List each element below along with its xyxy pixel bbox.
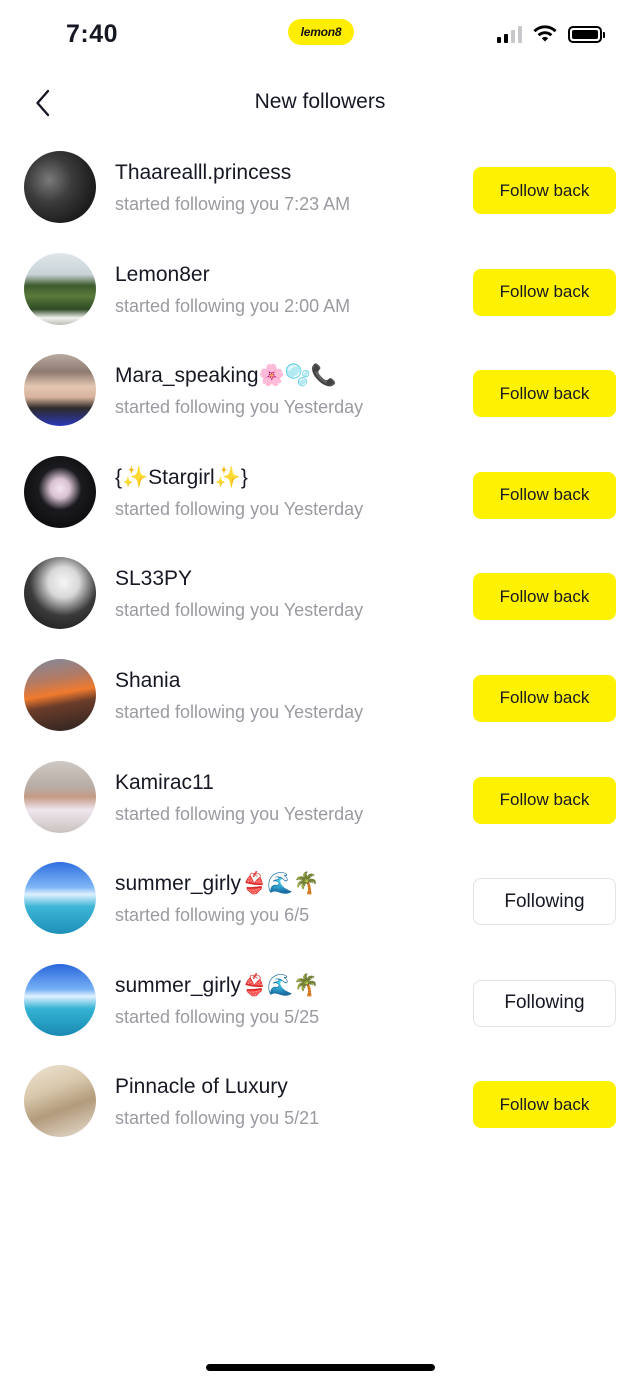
- avatar[interactable]: [24, 1065, 96, 1138]
- follower-activity: started following you Yesterday: [115, 498, 364, 519]
- follower-name[interactable]: Kamirac11: [115, 771, 214, 795]
- follower-row[interactable]: Pinnacle of Luxury started following you…: [0, 1053, 640, 1155]
- follower-activity: started following you 7:23 AM: [115, 194, 351, 214]
- follower-row[interactable]: summer_girly👙🌊🌴 started following you 6/…: [0, 850, 640, 952]
- follower-row[interactable]: Kamirac11 started following you Yesterda…: [0, 749, 640, 851]
- following-button[interactable]: Following: [473, 979, 616, 1027]
- wifi-icon: [533, 25, 557, 42]
- status-icons: [497, 24, 605, 44]
- follower-row[interactable]: Shania started following you Yesterday F…: [0, 647, 640, 749]
- avatar[interactable]: [24, 252, 96, 325]
- follow-back-button[interactable]: Follow back: [473, 674, 616, 722]
- follow-back-button[interactable]: Follow back: [473, 573, 616, 621]
- avatar[interactable]: [24, 760, 96, 833]
- follower-activity: started following you Yesterday: [115, 803, 364, 824]
- follower-activity: started following you Yesterday: [115, 701, 364, 722]
- header: New followers: [0, 72, 640, 134]
- follower-name[interactable]: Lemon8er: [115, 263, 210, 287]
- follower-name[interactable]: Thaarealll.princess: [115, 161, 291, 185]
- avatar[interactable]: [24, 151, 96, 223]
- follower-row[interactable]: Thaarealll.princess started following yo…: [0, 139, 640, 241]
- follower-name[interactable]: summer_girly👙🌊🌴: [115, 872, 319, 896]
- follower-name[interactable]: summer_girly👙🌊🌴: [115, 974, 319, 998]
- follower-name[interactable]: Mara_speaking🌸🫧📞: [115, 364, 337, 388]
- follower-name[interactable]: SL33PY: [115, 567, 192, 591]
- follow-back-button[interactable]: Follow back: [473, 268, 616, 316]
- status-bar: 7:40 lemon8: [0, 0, 640, 72]
- follower-activity: started following you 5/21: [115, 1108, 320, 1129]
- follower-name[interactable]: Pinnacle of Luxury: [115, 1075, 288, 1099]
- follower-activity: started following you Yesterday: [115, 397, 364, 418]
- follower-name[interactable]: Shania: [115, 669, 180, 693]
- follow-back-button[interactable]: Follow back: [473, 1081, 616, 1129]
- follower-activity: started following you 5/25: [115, 1006, 320, 1027]
- follower-row[interactable]: SL33PY started following you Yesterday F…: [0, 545, 640, 647]
- following-button[interactable]: Following: [473, 878, 616, 926]
- avatar[interactable]: [24, 354, 96, 427]
- home-indicator[interactable]: [206, 1364, 435, 1371]
- follower-row[interactable]: {✨Stargirl✨} started following you Yeste…: [0, 444, 640, 546]
- followers-list: Thaarealll.princess started following yo…: [0, 139, 640, 1155]
- follower-name[interactable]: {✨Stargirl✨}: [115, 466, 248, 490]
- follow-back-button[interactable]: Follow back: [473, 776, 616, 824]
- page-title: New followers: [254, 90, 386, 113]
- follower-activity: started following you Yesterday: [115, 600, 364, 621]
- follower-row[interactable]: Mara_speaking🌸🫧📞 started following you Y…: [0, 342, 640, 444]
- avatar[interactable]: [24, 862, 96, 935]
- cellular-signal-icon: [497, 25, 522, 43]
- follower-row[interactable]: summer_girly👙🌊🌴 started following you 5/…: [0, 952, 640, 1054]
- battery-icon: [568, 25, 605, 43]
- status-time: 7:40: [66, 20, 119, 48]
- avatar[interactable]: [24, 557, 96, 630]
- follower-activity: started following you 6/5: [115, 905, 310, 926]
- avatar[interactable]: [24, 455, 96, 528]
- app-badge-label: lemon8: [300, 25, 342, 39]
- avatar[interactable]: [24, 658, 96, 731]
- avatar[interactable]: [24, 963, 96, 1036]
- follow-back-button[interactable]: Follow back: [473, 370, 616, 418]
- follow-back-button[interactable]: Follow back: [473, 471, 616, 519]
- follower-activity: started following you 2:00 AM: [115, 295, 351, 316]
- follower-row[interactable]: Lemon8er started following you 2:00 AM F…: [0, 241, 640, 343]
- app-indicator-pill: lemon8: [288, 19, 354, 45]
- follow-back-button[interactable]: Follow back: [473, 167, 616, 214]
